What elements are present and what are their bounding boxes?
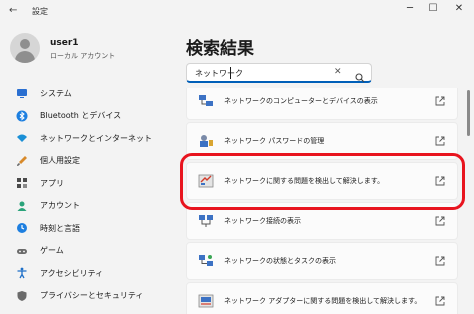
brush-icon — [16, 155, 28, 167]
accessibility-icon — [16, 267, 28, 279]
sidebar-item-label: 個人用設定 — [40, 156, 80, 166]
game-icon — [16, 245, 28, 257]
minimize-button[interactable]: ─ — [403, 3, 417, 14]
clear-icon[interactable]: ✕ — [334, 67, 342, 77]
back-arrow-icon[interactable]: ← — [9, 5, 17, 16]
sidebar-item-label: ゲーム — [40, 246, 64, 256]
result-network-status[interactable]: ネットワークの状態とタスクの表示 — [186, 242, 458, 280]
time-language-icon — [16, 222, 28, 234]
account-icon — [16, 200, 28, 212]
sidebar-item-accounts[interactable]: アカウント — [10, 195, 170, 218]
open-external-icon — [435, 136, 445, 146]
account-type: ローカル アカウント — [50, 52, 116, 60]
title-bar: ← 設定 ─ ☐ ✕ — [0, 0, 474, 22]
avatar-body — [15, 51, 35, 63]
highlight-annotation — [180, 153, 465, 210]
window-title: 設定 — [32, 7, 48, 16]
network-connections-icon — [199, 215, 213, 227]
text-caret — [230, 67, 231, 79]
open-external-icon — [435, 216, 445, 226]
result-label: ネットワークのコンピューターとデバイスの表示 — [224, 97, 378, 105]
avatar-head — [20, 39, 30, 49]
sidebar-item-label: プライバシーとセキュリティ — [40, 291, 144, 301]
result-label: ネットワーク アダプターに関する問題を検出して解決します。 — [224, 297, 422, 305]
result-adapter-troubleshoot[interactable]: ネットワーク アダプターに関する問題を検出して解決します。 — [186, 282, 458, 314]
sidebar-item-network[interactable]: ネットワークとインターネット — [10, 127, 170, 150]
maximize-button[interactable]: ☐ — [426, 3, 440, 14]
network-status-icon — [199, 255, 213, 266]
sidebar-item-accessibility[interactable]: アクセシビリティ — [10, 262, 170, 285]
sidebar-item-label: 時刻と言語 — [40, 223, 80, 233]
apps-icon — [16, 177, 28, 189]
sidebar-item-personalization[interactable]: 個人用設定 — [10, 150, 170, 173]
search-input[interactable]: ネットワーク ✕ — [186, 63, 372, 83]
search-input-value: ネットワーク — [195, 69, 243, 78]
sidebar-item-label: アクセシビリティ — [40, 268, 104, 278]
result-network-computers[interactable]: ネットワークのコンピューターとデバイスの表示 — [186, 88, 458, 120]
network-computers-icon — [199, 95, 213, 106]
sidebar-item-time-language[interactable]: 時刻と言語 — [10, 217, 170, 240]
user-name: user1 — [50, 38, 79, 48]
open-external-icon — [435, 296, 445, 306]
sidebar-item-system[interactable]: システム — [10, 82, 170, 105]
sidebar-item-label: Bluetooth とデバイス — [40, 111, 122, 121]
sidebar-item-privacy[interactable]: プライバシーとセキュリティ — [10, 285, 170, 308]
sidebar-nav: システム Bluetooth とデバイス ネットワークとインターネット 個人用設… — [10, 82, 170, 307]
close-button[interactable]: ✕ — [452, 3, 466, 14]
sidebar-item-label: アプリ — [40, 178, 64, 188]
sidebar-item-label: アカウント — [40, 201, 80, 211]
sidebar-item-label: ネットワークとインターネット — [40, 133, 152, 143]
system-icon — [16, 87, 28, 99]
page-title: 検索結果 — [186, 39, 254, 59]
results-scrollbar[interactable] — [467, 90, 470, 136]
network-icon — [16, 132, 28, 144]
bluetooth-icon — [16, 110, 28, 122]
result-label: ネットワークの状態とタスクの表示 — [224, 257, 336, 265]
sidebar-item-bluetooth[interactable]: Bluetooth とデバイス — [10, 105, 170, 128]
network-password-icon — [200, 135, 213, 147]
avatar[interactable] — [10, 33, 40, 63]
open-external-icon — [435, 256, 445, 266]
result-label: ネットワーク パスワードの管理 — [224, 137, 325, 145]
open-external-icon — [435, 96, 445, 106]
sidebar-item-label: システム — [40, 88, 72, 98]
adapter-troubleshoot-icon — [198, 294, 214, 308]
sidebar-item-apps[interactable]: アプリ — [10, 172, 170, 195]
result-label: ネットワーク接続の表示 — [224, 217, 301, 225]
sidebar-item-gaming[interactable]: ゲーム — [10, 240, 170, 263]
search-icon[interactable] — [355, 68, 365, 87]
shield-icon — [16, 290, 28, 302]
